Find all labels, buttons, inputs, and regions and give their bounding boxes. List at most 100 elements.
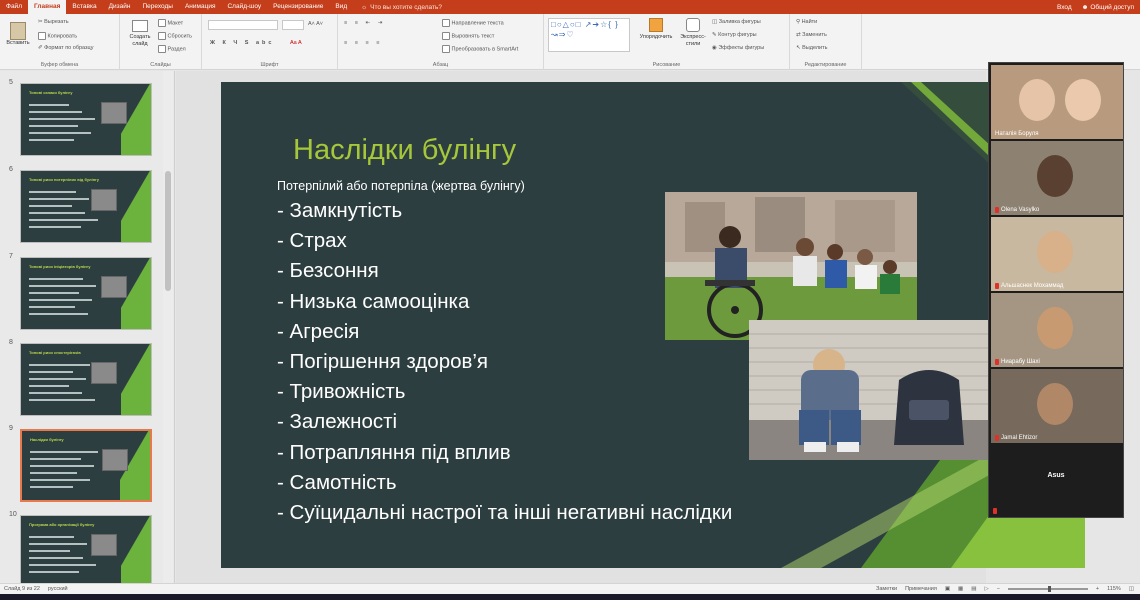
bullet-item[interactable]: - Самотність xyxy=(277,468,732,498)
thumbnail-image xyxy=(91,362,117,384)
quick-styles-button[interactable]: Экспресс-стили xyxy=(676,18,710,48)
tab-review[interactable]: Рецензирование xyxy=(267,0,329,14)
find-button[interactable]: ⚲ Найти xyxy=(796,19,817,25)
tab-transitions[interactable]: Переходы xyxy=(136,0,179,14)
shapes-gallery[interactable]: □○△○□ ↗➔☆{ }↝⇒♡ xyxy=(548,18,630,52)
thumbnail-text-line xyxy=(29,219,98,221)
align-buttons[interactable]: ≡ ≡ ≡ ≡ xyxy=(344,40,382,46)
participant-video-tile[interactable]: Olena Vasylko xyxy=(991,141,1123,215)
clipboard-icon xyxy=(10,22,26,40)
smartart-button[interactable]: Преобразовать в SmartArt xyxy=(442,45,518,53)
bullet-item[interactable]: - Залежності xyxy=(277,407,732,437)
sorter-view-icon[interactable]: ▦ xyxy=(958,586,963,592)
format-painter-button[interactable]: ✐ Формат по образцу xyxy=(38,45,93,51)
shape-outline-label: Контур фигуры xyxy=(718,32,757,38)
shape-outline-button[interactable]: ✎ Контур фигуры xyxy=(712,32,757,38)
zoom-in-icon[interactable]: + xyxy=(1096,586,1099,592)
tell-me-box[interactable]: ☼ Что вы хотите сделать? xyxy=(361,4,442,11)
share-button[interactable]: ☻ Общий доступ xyxy=(1082,4,1134,11)
participant-video-tile[interactable]: Наталія Боруля xyxy=(991,65,1123,139)
bullet-item[interactable]: - Замкнутість xyxy=(277,196,732,226)
thumbnail-text-line xyxy=(29,198,89,200)
slide-counter: Слайд 9 из 22 xyxy=(4,586,40,592)
tab-file[interactable]: Файл xyxy=(0,0,28,14)
thumbnail-title: Типові риси ініціаторів булінгу xyxy=(29,264,91,269)
slide-thumbnail[interactable]: Типові риси спостерігачів xyxy=(20,343,152,416)
slide-subtitle[interactable]: Потерпілий або потерпіла (жертва булінгу… xyxy=(277,179,525,193)
align-text-button[interactable]: Выровнять текст xyxy=(442,32,494,40)
sign-in-link[interactable]: Вход xyxy=(1057,4,1072,11)
wheelchair-photo[interactable] xyxy=(665,192,917,340)
slide-thumbnail[interactable]: Типові риси ініціаторів булінгу xyxy=(20,257,152,330)
reading-view-icon[interactable]: ▤ xyxy=(971,586,976,592)
sad-student-photo[interactable] xyxy=(749,320,989,460)
text-direction-label: Направление текста xyxy=(451,20,504,27)
thumbnail-scrollbar-thumb[interactable] xyxy=(165,171,171,291)
slide-title[interactable]: Наслідки булінгу xyxy=(293,134,516,167)
tab-insert[interactable]: Вставка xyxy=(66,0,102,14)
current-slide[interactable]: Наслідки булінгу Потерпілий або потерпіл… xyxy=(221,82,1085,568)
comments-button[interactable]: Примечания xyxy=(905,586,937,592)
slide-thumbnail[interactable]: Наслідки булінгу xyxy=(20,429,152,502)
bullet-item[interactable]: - Суїцидальні настрої та інші негативні … xyxy=(277,498,732,528)
replace-button[interactable]: ⇄ Заменить xyxy=(796,32,827,38)
bullet-item[interactable]: - Погіршення здоров’я xyxy=(277,347,732,377)
thumbnail-text-line xyxy=(29,205,72,207)
text-direction-button[interactable]: Направление текста xyxy=(442,19,504,27)
shape-effects-button[interactable]: ◉ Эффекты фигуры xyxy=(712,45,764,51)
zoom-slider[interactable] xyxy=(1007,586,1088,592)
select-button[interactable]: ↖ Выделить xyxy=(796,45,828,51)
zoom-slider-knob[interactable] xyxy=(1047,586,1051,592)
thumbnail-text-line xyxy=(29,392,82,394)
slide-thumbnail[interactable]: Типові ознаки булінгу xyxy=(20,83,152,156)
tab-animations[interactable]: Анимация xyxy=(179,0,222,14)
participant-video-tile[interactable]: Ниарабу Шахі xyxy=(991,293,1123,367)
thumbnail-decoration xyxy=(121,344,151,415)
fit-slide-icon[interactable]: ◫ xyxy=(1129,586,1134,592)
arrange-label: Упорядочить xyxy=(639,34,673,40)
thumbnail-text-line xyxy=(29,306,75,308)
shape-fill-button[interactable]: ◫ Заливка фигуры xyxy=(712,19,761,25)
copy-button[interactable]: Копировать xyxy=(38,32,77,40)
zoom-out-icon[interactable]: − xyxy=(997,586,1000,592)
replace-label: Заменить xyxy=(802,32,827,38)
zoom-level[interactable]: 115% xyxy=(1107,586,1121,592)
new-slide-button[interactable]: Создать слайд xyxy=(124,20,156,48)
font-grow-shrink[interactable]: A˄ A˅ xyxy=(308,21,323,27)
bullet-item[interactable]: - Безсоння xyxy=(277,256,732,286)
layout-button[interactable]: Макет xyxy=(158,19,183,27)
tab-slideshow[interactable]: Слайд-шоу xyxy=(221,0,267,14)
tab-home[interactable]: Главная xyxy=(27,0,67,14)
thumbnail-scrollbar[interactable] xyxy=(163,71,173,583)
font-style-buttons[interactable]: Ж К Ч S abc xyxy=(210,40,274,46)
participant-video-tile[interactable]: Jamal Ehtizor xyxy=(991,369,1123,443)
slideshow-view-icon[interactable]: ▷ xyxy=(984,586,988,592)
participant-video-tile[interactable]: Альшаснек Мохаммад xyxy=(991,217,1123,291)
bullet-list[interactable]: - Замкнутість - Страх - Безсоння - Низька с… xyxy=(277,196,732,528)
cut-button[interactable]: ✂ Вырезать xyxy=(38,19,69,25)
slide-thumbnail[interactable]: Програма або організації булінгу xyxy=(20,515,152,588)
language-indicator[interactable]: русский xyxy=(48,586,68,592)
tab-view[interactable]: Вид xyxy=(329,0,353,14)
arrange-button[interactable]: Упорядочить xyxy=(636,18,676,40)
bullet-item[interactable]: - Тривожність xyxy=(277,377,732,407)
thumbnail-text-line xyxy=(29,371,73,373)
drawing-group: □○△○□ ↗➔☆{ }↝⇒♡ Упорядочить Экспресс-сти… xyxy=(544,14,790,70)
section-button[interactable]: Раздел xyxy=(158,45,186,53)
normal-view-icon[interactable]: ▣ xyxy=(945,586,950,592)
bullet-item[interactable]: - Низька самооцінка xyxy=(277,287,732,317)
tab-design[interactable]: Дизайн xyxy=(103,0,137,14)
bullet-item[interactable]: - Агресія xyxy=(277,317,732,347)
reset-button[interactable]: Сбросить xyxy=(158,32,192,40)
list-buttons[interactable]: ≡ ≡ ⇤ ⇥ xyxy=(344,20,385,26)
bullet-item[interactable]: - Потрапляння під вплив xyxy=(277,438,732,468)
notes-button[interactable]: Заметки xyxy=(876,586,897,592)
paste-button[interactable]: Вставить xyxy=(4,22,32,46)
mic-muted-icon xyxy=(995,359,999,365)
pen-icon: ✎ xyxy=(712,32,717,38)
font-size-select[interactable] xyxy=(282,20,304,30)
slide-thumbnail[interactable]: Типові риси потерпілих від булінгу xyxy=(20,170,152,243)
bullet-item[interactable]: - Страх xyxy=(277,226,732,256)
font-color-button[interactable]: Aa A xyxy=(290,40,302,46)
font-name-select[interactable] xyxy=(208,20,278,30)
